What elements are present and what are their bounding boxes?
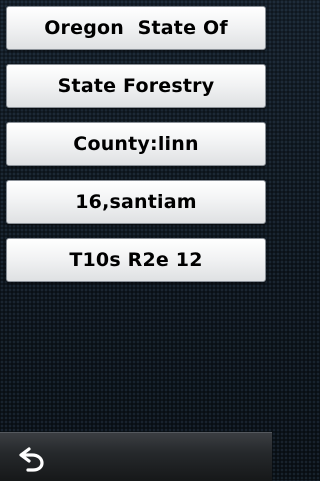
info-list: Oregon State Of State Forestry County:li… (6, 6, 266, 296)
jurisdiction-button[interactable]: Oregon State Of (6, 6, 266, 50)
bottom-toolbar (0, 432, 272, 481)
county-button[interactable]: County:linn (6, 122, 266, 166)
agency-button[interactable]: State Forestry (6, 64, 266, 108)
back-arrow-icon (19, 447, 44, 472)
district-button[interactable]: 16,santiam (6, 180, 266, 224)
back-button[interactable] (10, 441, 54, 475)
township-range-button[interactable]: T10s R2e 12 (6, 238, 266, 282)
